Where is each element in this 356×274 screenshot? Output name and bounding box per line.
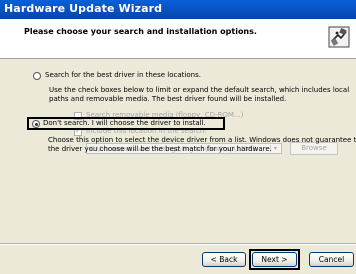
- title-bar[interactable]: Hardware Update Wizard: [0, 0, 356, 19]
- next-button-highlight: [249, 249, 300, 270]
- search-option-label[interactable]: Search for the best driver in these loca…: [45, 71, 201, 80]
- window-title: Hardware Update Wizard: [4, 2, 163, 15]
- wizard-header: Please choose your search and installati…: [0, 19, 356, 59]
- search-option-description-line-2: paths and removable media. The best driv…: [49, 95, 287, 103]
- back-button[interactable]: < Back: [202, 252, 246, 267]
- wizard-window: Hardware Update Wizard Please choose you…: [0, 0, 356, 274]
- hardware-icon: [328, 26, 350, 48]
- search-option-description-line-1: Use the check boxes below to limit or ex…: [49, 86, 350, 94]
- dont-search-highlight: [27, 117, 225, 130]
- dont-search-description-line-1: Choose this option to select the device …: [48, 136, 356, 144]
- search-radio[interactable]: [33, 72, 41, 80]
- header-title: Please choose your search and installati…: [24, 27, 257, 36]
- cancel-button[interactable]: Cancel: [309, 252, 354, 267]
- dont-search-description-line-2: the driver you choose will be the best m…: [48, 145, 272, 153]
- footer-divider: [0, 243, 356, 245]
